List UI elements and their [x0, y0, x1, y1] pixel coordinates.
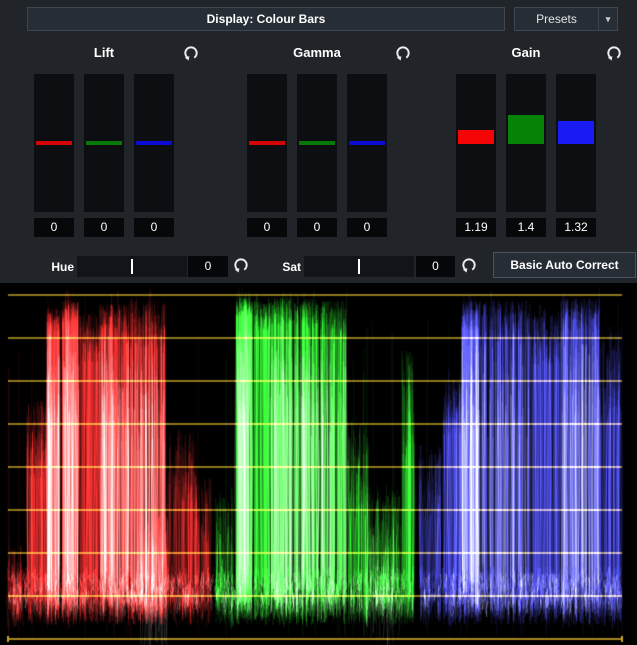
- reset-icon: [182, 44, 200, 62]
- reset-icon: [232, 256, 250, 274]
- gamma-blue-value[interactable]: 0: [347, 218, 387, 237]
- gain-red-handle[interactable]: [458, 130, 494, 144]
- chevron-down-icon: ▾: [606, 14, 611, 25]
- display-mode-button[interactable]: Display: Colour Bars: [27, 7, 505, 31]
- gamma-green-value[interactable]: 0: [297, 218, 337, 237]
- gain-blue-slider[interactable]: [556, 74, 596, 212]
- colour-correct-panel: Display: Colour Bars Presets ▾ Lift Gamm…: [0, 0, 637, 645]
- lift-blue-slider[interactable]: [134, 74, 174, 212]
- lift-red-handle[interactable]: [36, 141, 72, 145]
- hue-reset-button[interactable]: [232, 256, 250, 274]
- gain-green-slider[interactable]: [506, 74, 546, 212]
- basic-auto-correct-button[interactable]: Basic Auto Correct: [493, 252, 636, 278]
- gamma-reset-button[interactable]: [394, 44, 412, 62]
- gain-green-handle[interactable]: [508, 115, 544, 144]
- gamma-red-value[interactable]: 0: [247, 218, 287, 237]
- gamma-header: Gamma: [247, 45, 387, 61]
- reset-icon: [460, 256, 478, 274]
- hue-label: Hue: [40, 260, 74, 274]
- lift-green-value[interactable]: 0: [84, 218, 124, 237]
- lift-blue-value[interactable]: 0: [134, 218, 174, 237]
- sat-slider-marker[interactable]: [358, 259, 360, 274]
- sat-value[interactable]: 0: [416, 256, 455, 277]
- gamma-red-handle[interactable]: [249, 141, 285, 145]
- sat-reset-button[interactable]: [460, 256, 478, 274]
- presets-dropdown-arrow[interactable]: ▾: [598, 8, 617, 30]
- hue-value[interactable]: 0: [188, 256, 228, 277]
- lift-reset-button[interactable]: [182, 44, 200, 62]
- hue-slider[interactable]: [77, 256, 187, 277]
- lift-red-slider[interactable]: [34, 74, 74, 212]
- sat-label: Sat: [267, 260, 301, 274]
- presets-label: Presets: [515, 8, 598, 30]
- gamma-green-slider[interactable]: [297, 74, 337, 212]
- reset-icon: [394, 44, 412, 62]
- lift-red-value[interactable]: 0: [34, 218, 74, 237]
- lift-blue-handle[interactable]: [136, 141, 172, 145]
- gain-red-slider[interactable]: [456, 74, 496, 212]
- gamma-blue-slider[interactable]: [347, 74, 387, 212]
- lift-header: Lift: [34, 45, 174, 61]
- gain-blue-value[interactable]: 1.32: [556, 218, 596, 237]
- gain-green-value[interactable]: 1.4: [506, 218, 546, 237]
- lift-green-handle[interactable]: [86, 141, 122, 145]
- gain-blue-handle[interactable]: [558, 121, 594, 144]
- gamma-green-handle[interactable]: [299, 141, 335, 145]
- gain-red-value[interactable]: 1.19: [456, 218, 496, 237]
- reset-icon: [605, 44, 623, 62]
- gamma-blue-handle[interactable]: [349, 141, 385, 145]
- gain-reset-button[interactable]: [605, 44, 623, 62]
- sat-slider[interactable]: [304, 256, 414, 277]
- lift-green-slider[interactable]: [84, 74, 124, 212]
- hue-slider-marker[interactable]: [131, 259, 133, 274]
- gamma-red-slider[interactable]: [247, 74, 287, 212]
- gain-header: Gain: [456, 45, 596, 61]
- presets-button[interactable]: Presets ▾: [514, 7, 618, 31]
- rgb-parade-waveform: [0, 283, 637, 645]
